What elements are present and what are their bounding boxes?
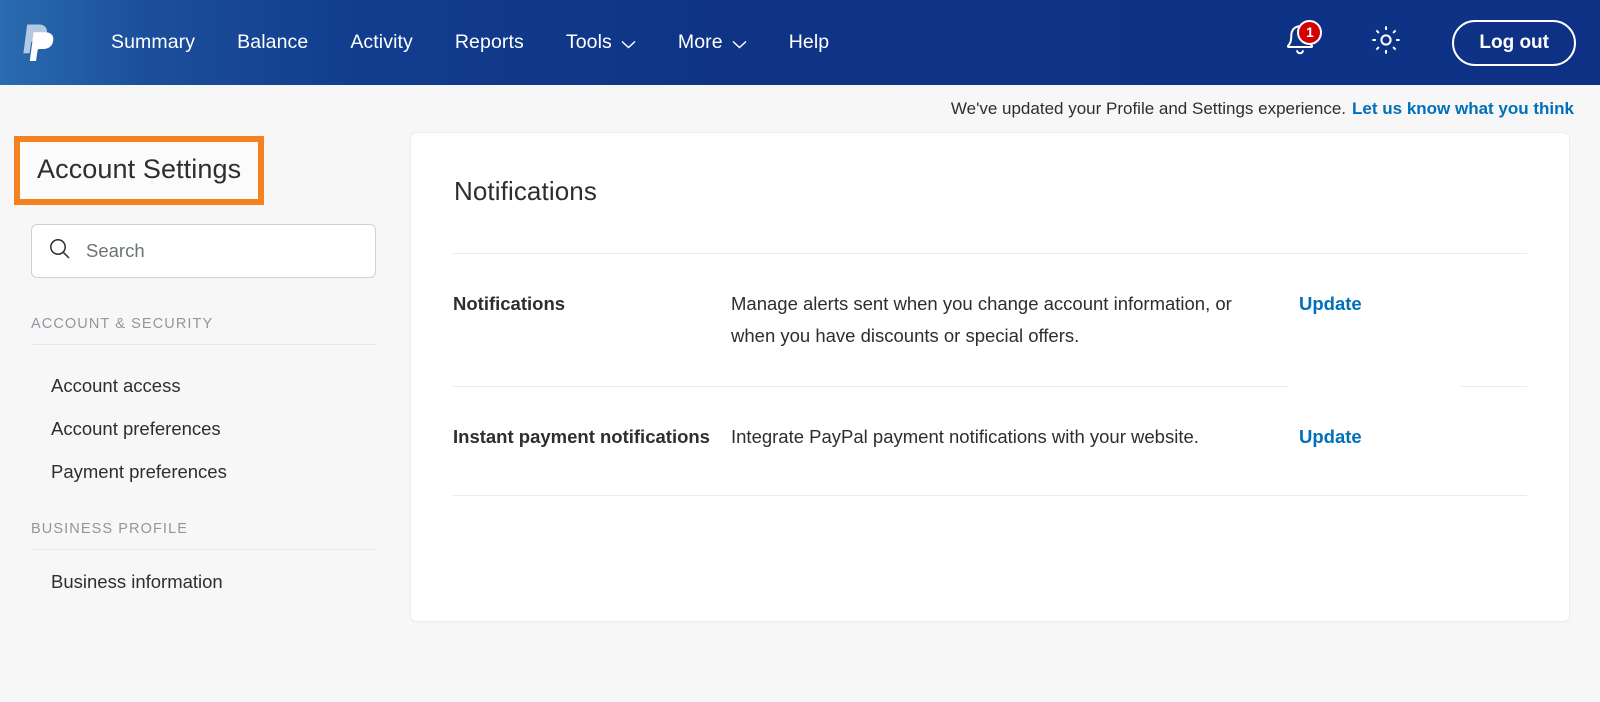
notification-badge: 1 bbox=[1297, 19, 1323, 45]
nav-item-balance[interactable]: Balance bbox=[216, 21, 329, 64]
sidebar-group-label: ACCOUNT & SECURITY bbox=[31, 316, 376, 345]
nav-label: Activity bbox=[350, 31, 413, 53]
card-bottom-divider bbox=[453, 495, 1527, 497]
sidebar-item-payment-preferences[interactable]: Payment preferences bbox=[31, 440, 376, 483]
paypal-logo-icon[interactable] bbox=[22, 22, 56, 64]
notifications-card: Notifications Notifications Manage alert… bbox=[410, 132, 1570, 622]
sidebar-group-account-security: ACCOUNT & SECURITY Account access Accoun… bbox=[31, 316, 376, 483]
update-link-instant-payment-notifications[interactable]: Update bbox=[1291, 421, 1411, 453]
page-title-highlight: Account Settings bbox=[14, 136, 265, 205]
banner-text: We've updated your Profile and Settings … bbox=[950, 98, 1347, 118]
row-divider-right bbox=[1461, 385, 1527, 387]
search-icon bbox=[48, 237, 72, 266]
row-label: Notifications bbox=[453, 293, 566, 314]
settings-row-instant-payment-notifications: Instant payment notifications Integrate … bbox=[453, 387, 1527, 453]
sidebar-item-account-preferences[interactable]: Account preferences bbox=[31, 397, 376, 440]
primary-navigation: Summary Balance Activity Reports Tools M… bbox=[90, 21, 1276, 64]
header-actions: 1 Log out bbox=[1276, 19, 1576, 67]
search-input[interactable] bbox=[86, 240, 359, 262]
search-box[interactable] bbox=[31, 224, 376, 278]
experience-update-banner: We've updated your Profile and Settings … bbox=[0, 85, 1600, 132]
settings-main: Notifications Notifications Manage alert… bbox=[410, 132, 1600, 622]
settings-row-notifications: Notifications Manage alerts sent when yo… bbox=[453, 254, 1527, 352]
global-header: Summary Balance Activity Reports Tools M… bbox=[0, 0, 1600, 85]
row-label: Instant payment notifications bbox=[453, 425, 710, 447]
nav-label: Summary bbox=[111, 31, 196, 53]
nav-item-summary[interactable]: Summary bbox=[90, 21, 216, 64]
sidebar-group-business-profile: BUSINESS PROFILE Business information bbox=[31, 521, 376, 593]
card-title: Notifications bbox=[454, 176, 597, 206]
row-divider-gap bbox=[1289, 386, 1461, 387]
nav-item-reports[interactable]: Reports bbox=[434, 21, 545, 64]
nav-label: Reports bbox=[454, 31, 524, 53]
nav-label: Help bbox=[788, 31, 830, 53]
notifications-button[interactable]: 1 bbox=[1276, 19, 1324, 67]
nav-label: Balance bbox=[237, 31, 309, 53]
row-description: Manage alerts sent when you change accou… bbox=[731, 293, 1232, 346]
nav-item-activity[interactable]: Activity bbox=[329, 21, 434, 64]
nav-item-tools[interactable]: Tools bbox=[545, 21, 657, 64]
row-divider bbox=[453, 385, 1527, 387]
sidebar-item-account-access[interactable]: Account access bbox=[31, 345, 376, 397]
row-divider-left bbox=[453, 385, 1289, 387]
feedback-link[interactable]: Let us know what you think bbox=[1352, 99, 1574, 119]
chevron-down-icon bbox=[732, 40, 747, 49]
sidebar-group-label: BUSINESS PROFILE bbox=[31, 521, 376, 550]
settings-sidebar: Account Settings ACCOUNT & SECURITY Acco… bbox=[0, 132, 410, 593]
page-title: Account Settings bbox=[37, 154, 242, 184]
sidebar-item-business-information[interactable]: Business information bbox=[31, 550, 376, 593]
gear-icon bbox=[1369, 23, 1403, 62]
logout-button[interactable]: Log out bbox=[1452, 19, 1576, 66]
chevron-down-icon bbox=[621, 40, 636, 49]
row-description: Integrate PayPal payment notifications w… bbox=[731, 425, 1199, 447]
update-link-notifications[interactable]: Update bbox=[1291, 288, 1411, 320]
nav-label: Tools bbox=[565, 31, 612, 53]
nav-item-more[interactable]: More bbox=[657, 21, 768, 64]
settings-button[interactable] bbox=[1364, 21, 1408, 65]
nav-item-help[interactable]: Help bbox=[768, 21, 851, 64]
nav-label: More bbox=[677, 31, 723, 53]
page-body: Account Settings ACCOUNT & SECURITY Acco… bbox=[0, 132, 1600, 702]
